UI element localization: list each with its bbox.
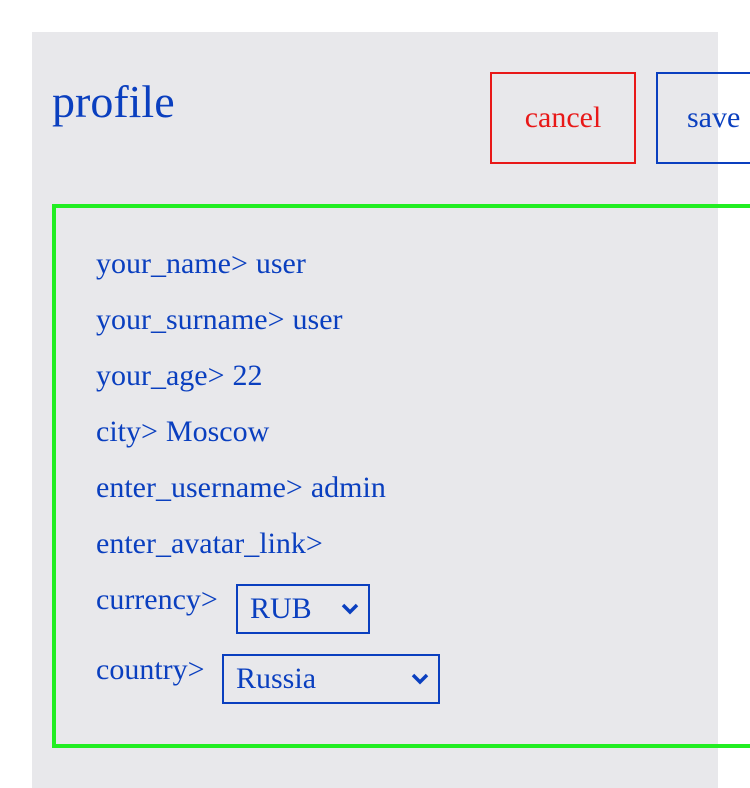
field-label: enter_username>	[96, 471, 303, 504]
save-button[interactable]: save	[656, 72, 750, 164]
field-value[interactable]: user	[293, 303, 343, 336]
field-value[interactable]: user	[256, 247, 306, 280]
field-label: enter_avatar_link>	[96, 527, 323, 560]
field-label: your_name>	[96, 247, 248, 280]
field-label: city>	[96, 415, 158, 448]
field-your-name[interactable]: your_name> user	[96, 246, 306, 282]
field-value[interactable]: 22	[233, 359, 263, 392]
field-your-surname[interactable]: your_surname> user	[96, 302, 343, 338]
field-value[interactable]: Moscow	[166, 415, 269, 448]
country-selected: Russia	[236, 662, 317, 695]
field-label: your_age>	[96, 359, 225, 392]
chevron-down-icon	[410, 656, 434, 702]
field-value[interactable]: admin	[311, 471, 386, 504]
cancel-button[interactable]: cancel	[490, 72, 636, 164]
field-username[interactable]: enter_username> admin	[96, 470, 386, 506]
page-title: profile	[52, 76, 175, 127]
currency-label: currency>	[96, 583, 218, 616]
field-your-age[interactable]: your_age> 22	[96, 358, 263, 394]
currency-selected: RUB	[250, 592, 312, 625]
field-avatar-link[interactable]: enter_avatar_link>	[96, 526, 331, 562]
field-label: your_surname>	[96, 303, 285, 336]
country-select[interactable]: Russia	[222, 654, 440, 704]
currency-select[interactable]: RUB	[236, 584, 370, 634]
field-city[interactable]: city> Moscow	[96, 414, 269, 450]
chevron-down-icon	[340, 586, 364, 632]
country-label: country>	[96, 653, 205, 686]
